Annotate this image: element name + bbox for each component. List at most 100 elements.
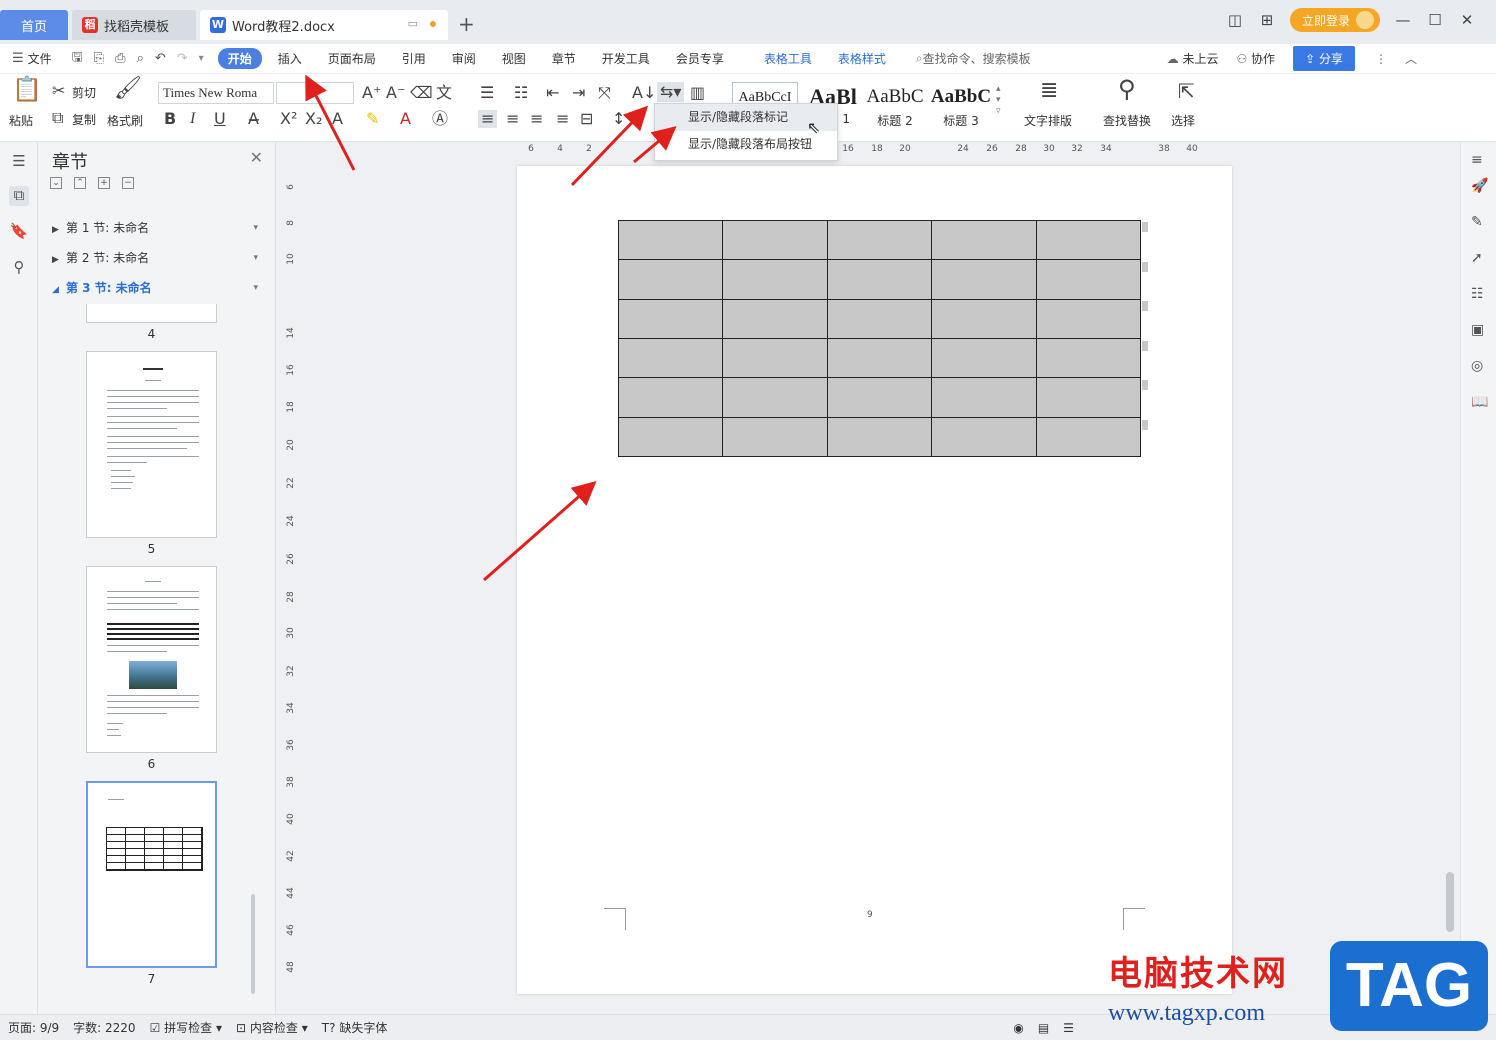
format-painter-button[interactable]: 格式刷 xyxy=(107,112,143,129)
table-cell[interactable] xyxy=(826,219,933,261)
table-cell[interactable] xyxy=(617,219,724,261)
menu-file[interactable]: 文件 xyxy=(28,50,52,67)
table-cell[interactable] xyxy=(722,219,828,261)
section-item-1[interactable]: ▶ 第 1 节: 未命名 ▾ xyxy=(52,216,258,240)
grid-apps-icon[interactable]: ⊞ xyxy=(1258,11,1276,29)
outline-view-icon[interactable]: ☰ xyxy=(1063,1021,1074,1035)
table-cell[interactable] xyxy=(1035,259,1142,300)
print-preview-icon[interactable]: ⌕ xyxy=(137,51,144,66)
location-icon[interactable]: ◎ xyxy=(1471,358,1483,374)
style-heading-2[interactable]: AaBbC 标题 2 xyxy=(862,82,928,134)
select-button[interactable]: 选择 xyxy=(1171,112,1195,129)
collab-button[interactable]: ⚇ 协作 xyxy=(1236,50,1275,67)
menu-member[interactable]: 会员专享 xyxy=(676,50,724,67)
menu-developer[interactable]: 开发工具 xyxy=(602,50,650,67)
font-name-select[interactable]: Times New Roma xyxy=(158,82,274,104)
font-color-icon[interactable]: A xyxy=(400,110,411,128)
document-table[interactable] xyxy=(617,219,1142,458)
save-icon[interactable]: 🖫 xyxy=(72,48,83,70)
menu-references[interactable]: 引用 xyxy=(402,50,426,67)
export-icon[interactable]: ⎘ xyxy=(94,51,104,66)
underline-icon[interactable]: U xyxy=(214,110,226,128)
menu-table-style[interactable]: 表格样式 xyxy=(838,50,886,67)
table-cell[interactable] xyxy=(1035,337,1142,379)
page-thumbnail-4[interactable] xyxy=(86,304,217,323)
table-cell[interactable] xyxy=(617,377,724,418)
align-center-icon[interactable]: ≡ xyxy=(506,110,519,128)
char-border-icon[interactable]: Ⓐ xyxy=(432,110,448,128)
undo-icon[interactable]: ↶ xyxy=(155,51,166,66)
table-cell[interactable] xyxy=(1035,298,1142,339)
share-button[interactable]: ⇪ 分享 xyxy=(1293,46,1355,71)
text-layout-button[interactable]: 文字排版 xyxy=(1024,112,1072,129)
copy-button[interactable]: 复制 xyxy=(72,111,96,128)
table-cell[interactable] xyxy=(617,416,724,458)
table-cell[interactable] xyxy=(826,377,933,418)
cut-icon[interactable]: ✂ xyxy=(52,82,65,100)
scrollbar-thumb[interactable] xyxy=(1446,872,1454,932)
table-cell[interactable] xyxy=(722,259,828,300)
section-item-3[interactable]: ◢ 第 3 节: 未命名 ▾ xyxy=(52,276,258,300)
section-nav-icon[interactable]: ⧉ xyxy=(9,186,29,206)
table-cell[interactable] xyxy=(826,337,933,379)
outline-icon[interactable]: ☰ xyxy=(9,152,29,172)
superscript-icon[interactable]: X² xyxy=(280,110,297,128)
tab-home[interactable]: 首页 xyxy=(0,10,68,40)
find-replace-icon[interactable]: ⚲ xyxy=(1118,77,1136,101)
bold-icon[interactable]: B xyxy=(164,110,176,128)
maximize-icon[interactable]: ☐ xyxy=(1426,11,1444,29)
menu-section[interactable]: 章节 xyxy=(552,50,576,67)
font-size-select[interactable] xyxy=(276,82,354,104)
table-cell[interactable] xyxy=(722,298,828,339)
page-view-icon[interactable]: ▤ xyxy=(1038,1021,1049,1035)
bookmark-icon[interactable]: 🔖 xyxy=(9,222,29,242)
shrink-font-icon[interactable]: A⁻ xyxy=(386,84,405,102)
chinese-layout-icon[interactable]: ⤧ xyxy=(598,84,611,102)
document-scrollbar[interactable] xyxy=(1442,142,1458,1014)
menu-table-tools[interactable]: 表格工具 xyxy=(764,50,812,67)
panel-close-icon[interactable]: ✕ xyxy=(250,148,263,167)
table-cell[interactable] xyxy=(931,259,1037,300)
page-indicator[interactable]: 页面: 9/9 xyxy=(8,1019,59,1036)
section-menu-icon[interactable]: ▾ xyxy=(253,246,258,270)
missing-font-button[interactable]: T? 缺失字体 xyxy=(322,1019,388,1036)
section-menu-icon[interactable]: ▾ xyxy=(253,216,258,240)
text-effect-icon[interactable]: A xyxy=(332,110,343,128)
justify-icon[interactable]: ≡ xyxy=(556,110,569,128)
customize-qa-icon[interactable]: ▾ xyxy=(199,53,204,64)
highlight-icon[interactable]: ✎ xyxy=(366,110,379,128)
text-layout-icon[interactable]: ≣ xyxy=(1040,80,1058,102)
hamburger-icon[interactable]: ☰ xyxy=(12,51,24,66)
increase-indent-icon[interactable]: ⇥ xyxy=(572,84,585,102)
collapse-all-icon[interactable]: ⌃ xyxy=(74,177,86,189)
table-cell[interactable] xyxy=(931,416,1037,458)
section-item-2[interactable]: ▶ 第 2 节: 未命名 ▾ xyxy=(52,246,258,270)
menu-layout[interactable]: 页面布局 xyxy=(328,50,376,67)
add-section-icon[interactable]: + xyxy=(98,177,110,189)
close-icon[interactable]: ✕ xyxy=(1458,11,1476,29)
word-count[interactable]: 字数: 2220 xyxy=(73,1019,135,1036)
table-cell[interactable] xyxy=(931,219,1037,261)
redo-icon[interactable]: ↷ xyxy=(177,51,188,66)
menu-home[interactable]: 开始 xyxy=(217,48,262,69)
document-page[interactable]: 9 xyxy=(517,166,1232,994)
style-heading-3[interactable]: AaBbC 标题 3 xyxy=(928,82,994,134)
reading-mode-icon[interactable]: ◫ xyxy=(1226,11,1244,29)
phonetic-icon[interactable]: 文 xyxy=(436,84,452,102)
clear-format-icon[interactable]: ⌫ xyxy=(410,84,433,102)
eye-protection-icon[interactable]: ◉ xyxy=(1013,1021,1023,1035)
table-cell[interactable] xyxy=(617,259,724,300)
menu-review[interactable]: 审阅 xyxy=(452,50,476,67)
table-cell[interactable] xyxy=(1035,219,1142,261)
remove-section-icon[interactable]: − xyxy=(122,177,134,189)
table-cell[interactable] xyxy=(931,337,1037,379)
table-cell[interactable] xyxy=(617,298,724,339)
paste-icon[interactable]: 📋 xyxy=(12,77,42,101)
subscript-icon[interactable]: X₂ xyxy=(305,110,322,128)
bullet-list-icon[interactable]: ☰ xyxy=(480,84,494,102)
align-left-icon[interactable]: ≡ xyxy=(478,110,498,128)
table-cell[interactable] xyxy=(826,416,933,458)
paste-button[interactable]: 粘贴 xyxy=(9,112,33,129)
content-check-button[interactable]: ⊡ 内容检查 ▾ xyxy=(236,1019,308,1036)
search-input[interactable]: 查找命令、搜索模板 xyxy=(923,50,1031,67)
